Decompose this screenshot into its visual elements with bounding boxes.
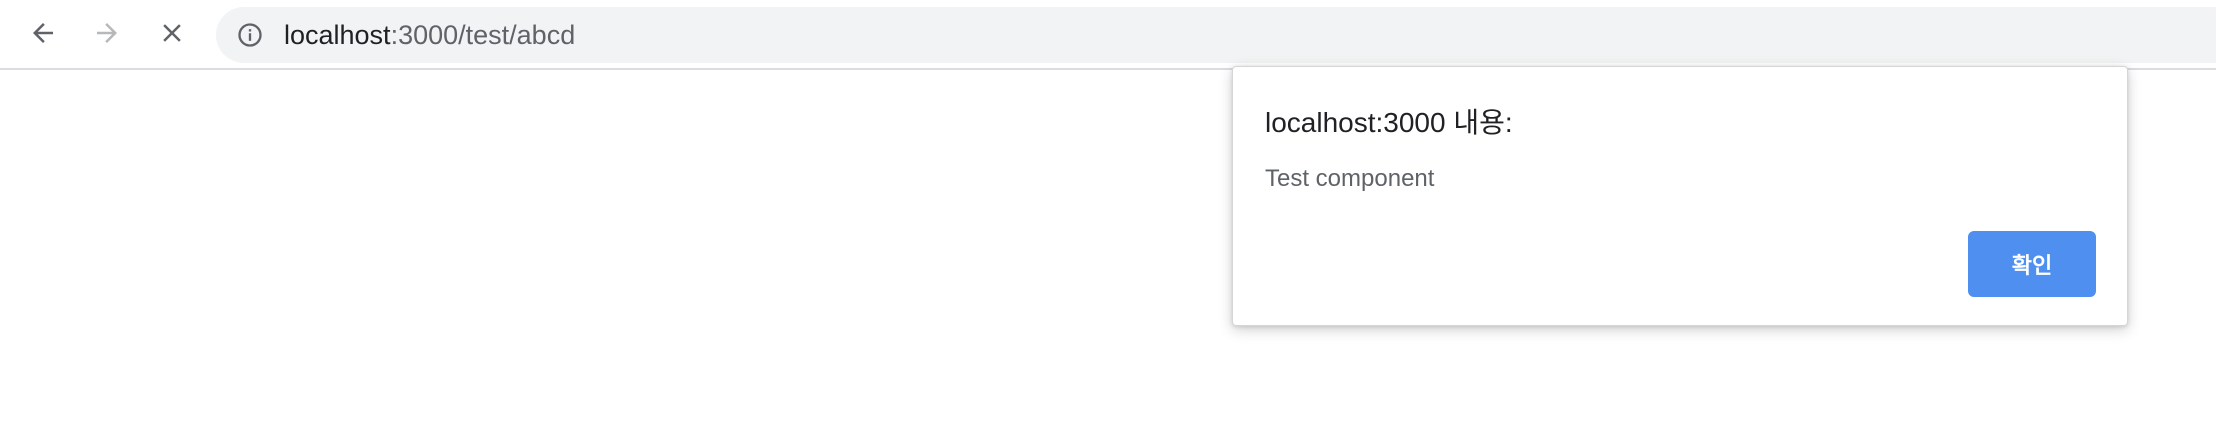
alert-dialog: localhost:3000 내용: Test component 확인 xyxy=(1232,66,2128,326)
ok-button[interactable]: 확인 xyxy=(1968,231,2096,297)
address-bar[interactable]: localhost:3000/test/abcd xyxy=(216,7,2216,63)
close-icon xyxy=(163,24,181,42)
info-icon[interactable] xyxy=(236,21,264,49)
browser-toolbar: localhost:3000/test/abcd xyxy=(0,0,2216,70)
url-text: localhost:3000/test/abcd xyxy=(284,7,575,63)
url-host: localhost xyxy=(284,20,391,50)
alert-title: localhost:3000 내용: xyxy=(1265,107,1513,138)
arrow-left-icon xyxy=(33,23,53,43)
arrow-right-icon xyxy=(97,23,117,43)
url-path: :3000/test/abcd xyxy=(390,20,576,50)
forward-button[interactable] xyxy=(85,11,129,55)
alert-message: Test component xyxy=(1265,165,1435,192)
back-button[interactable] xyxy=(21,11,65,55)
stop-button[interactable] xyxy=(150,11,194,55)
